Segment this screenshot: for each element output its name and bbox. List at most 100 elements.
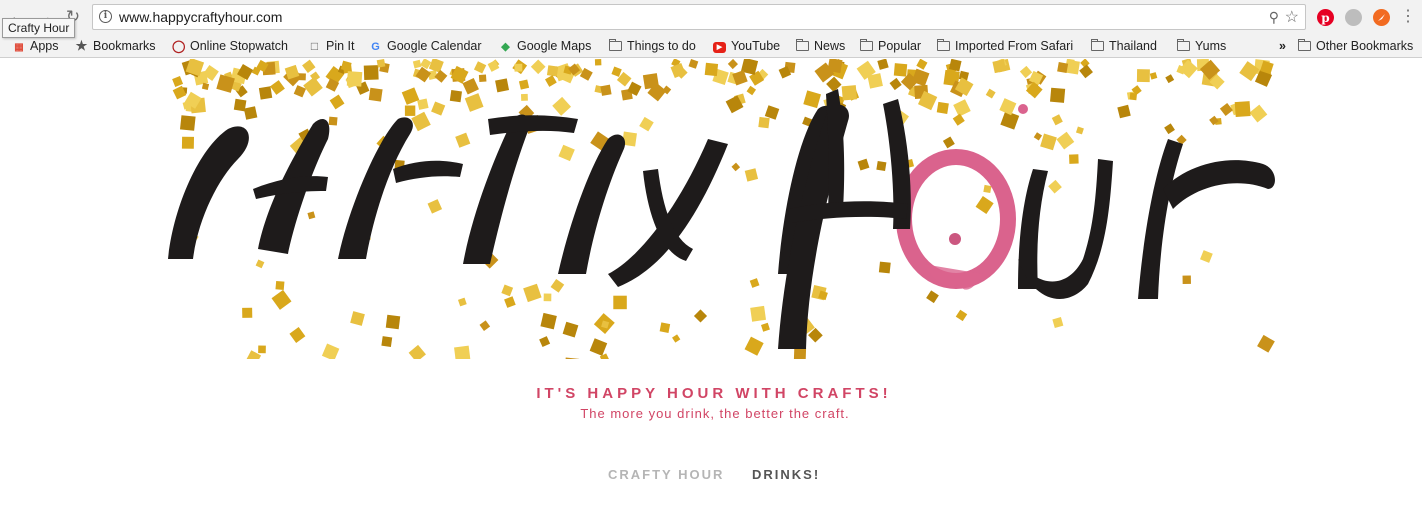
glitter-piece [479, 320, 491, 331]
glitter-piece [936, 101, 949, 114]
folder-icon [860, 39, 873, 51]
bookmark-apps[interactable]: ▦ Apps [12, 38, 58, 56]
glitter-piece [454, 345, 471, 359]
glitter-piece [545, 75, 557, 87]
star-icon: ★ [75, 38, 88, 53]
glitter-piece [293, 85, 307, 98]
google-icon: G [371, 41, 380, 53]
glitter-piece [1249, 104, 1268, 123]
site-info-icon[interactable]: i [99, 10, 112, 23]
glitter-piece [303, 76, 323, 97]
folder-icon [796, 39, 809, 51]
bookmark-online-stopwatch[interactable]: ◯ Online Stopwatch [172, 38, 288, 54]
folder-icon [1177, 39, 1190, 51]
glitter-piece [464, 93, 484, 112]
glitter-piece [243, 106, 258, 120]
bookmark-google-maps[interactable]: ◆ Google Maps [499, 38, 591, 55]
glitter-piece [878, 261, 891, 274]
folder-icon [1298, 39, 1311, 51]
glitter-piece [841, 85, 857, 101]
glitter-piece [1051, 114, 1063, 126]
bookmark-star-icon[interactable]: ☆ [1285, 7, 1299, 27]
glitter-piece [307, 211, 316, 220]
site-tagline: IT'S HAPPY HOUR WITH CRAFTS! [536, 385, 892, 402]
glitter-piece [744, 168, 759, 182]
glitter-piece [328, 116, 338, 126]
glitter-piece [550, 278, 565, 293]
url-text[interactable]: www.happycraftyhour.com [119, 9, 282, 25]
glitter-piece [1149, 72, 1158, 80]
glitter-piece [478, 74, 487, 83]
bookmark-google-calendar[interactable]: G Google Calendar [369, 38, 481, 55]
glitter-piece [1257, 334, 1275, 353]
glitter-piece [449, 90, 462, 103]
glitter-piece [985, 88, 996, 99]
glitter-piece [321, 343, 340, 359]
nav-link-crafty-hour[interactable]: CRAFTY HOUR [608, 467, 724, 482]
bookmarks-overflow-chevron[interactable]: » [1279, 38, 1286, 54]
glitter-piece [457, 297, 467, 307]
glitter-piece [1164, 123, 1175, 135]
glitter-piece [983, 184, 992, 194]
page-icon: □ [310, 39, 319, 53]
glitter-piece [1033, 132, 1043, 141]
crafty-hour-logo-banner[interactable] [138, 59, 1290, 359]
glitter-piece [376, 59, 386, 68]
glitter-piece [401, 87, 420, 105]
glitter-piece [514, 63, 523, 72]
glitter-piece [1057, 62, 1069, 74]
bookmark-popular[interactable]: Popular [860, 38, 921, 54]
zoom-icon[interactable]: ⚲ [1269, 9, 1279, 26]
glitter-piece [749, 278, 760, 288]
glitter-piece [744, 336, 764, 356]
glitter-piece [302, 59, 316, 74]
pinterest-extension-icon[interactable]: p [1317, 9, 1334, 26]
bookmark-things-to-do[interactable]: Things to do [609, 38, 696, 54]
glitter-piece [523, 283, 542, 303]
tab-tooltip: Crafty Hour [2, 18, 76, 38]
glitter-piece [926, 290, 939, 304]
glitter-piece [803, 90, 821, 109]
glitter-piece [975, 195, 994, 215]
speech-bubble-extension-icon[interactable] [1345, 9, 1362, 26]
bookmark-news[interactable]: News [796, 38, 845, 54]
glitter-piece [1056, 131, 1075, 150]
address-bar[interactable]: i www.happycraftyhour.com ⚲ ☆ [92, 4, 1306, 30]
folder-icon [609, 39, 622, 51]
gold-glitter-confetti [172, 59, 1275, 359]
glitter-piece [639, 116, 654, 132]
menu-dots-icon[interactable]: ⋮ [1400, 8, 1416, 26]
glitter-piece [434, 69, 448, 83]
glitter-piece [473, 61, 487, 74]
glitter-piece [540, 312, 557, 330]
glitter-piece [876, 160, 887, 172]
bookmark-imported-from-safari[interactable]: Imported From Safari [937, 38, 1073, 54]
glitter-piece [428, 59, 444, 73]
glitter-piece [1048, 179, 1062, 194]
bookmark-pin-it[interactable]: □ Pin It [308, 38, 355, 54]
glitter-piece [275, 280, 285, 290]
glitter-piece [427, 199, 443, 214]
maps-icon: ◆ [501, 41, 510, 53]
bookmark-bookmarks[interactable]: ★ Bookmarks [75, 38, 156, 54]
glitter-piece [172, 76, 184, 87]
glitter-piece [877, 59, 889, 70]
bookmark-yums[interactable]: Yums [1177, 38, 1226, 54]
glitter-piece [368, 87, 383, 102]
bookmark-thailand[interactable]: Thailand [1091, 38, 1157, 54]
bookmark-other-bookmarks[interactable]: Other Bookmarks [1298, 38, 1413, 54]
glitter-piece [889, 77, 902, 91]
compass-extension-icon[interactable] [1373, 9, 1390, 26]
crafty-hour-brush-lettering [168, 89, 1275, 349]
glitter-piece [793, 347, 807, 359]
folder-icon [937, 39, 950, 51]
glitter-piece [992, 59, 1007, 74]
bookmark-youtube[interactable]: ▶ YouTube [713, 38, 780, 54]
glitter-piece [1136, 69, 1150, 83]
glitter-piece [181, 136, 195, 149]
glitter-piece [408, 344, 426, 359]
glitter-piece [271, 289, 292, 310]
nav-link-drinks[interactable]: DRINKS! [752, 467, 820, 482]
bookmarks-bar: ▦ Apps ★ Bookmarks ◯ Online Stopwatch □ Pin … [0, 34, 1422, 58]
glitter-piece [258, 345, 266, 354]
